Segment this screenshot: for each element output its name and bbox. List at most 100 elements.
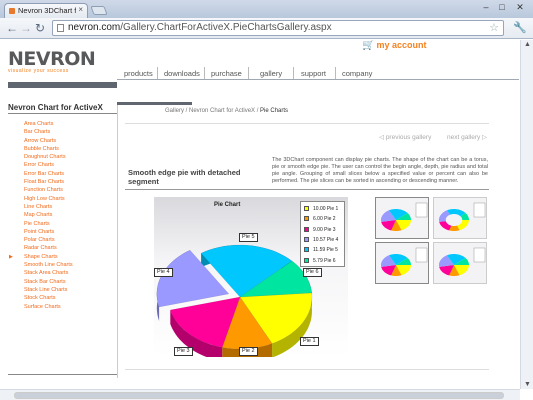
next-gallery-link[interactable]: next gallery ▷ [447, 133, 487, 141]
nav-purchase[interactable]: purchase [211, 69, 242, 78]
section-rule [125, 189, 489, 190]
tab-close-icon[interactable]: × [78, 5, 83, 14]
sidebar-item-shape[interactable]: Shape Charts [24, 253, 73, 261]
thumbnail-torus-graphic [439, 202, 486, 231]
sidebar-item-smooth-line[interactable]: Smooth Line Charts [24, 261, 73, 269]
section-heading: Smooth edge pie with detached segment [128, 168, 241, 186]
nav-separator [204, 67, 205, 79]
sidebar-item-radar[interactable]: Radar Charts [24, 244, 73, 252]
reload-icon[interactable]: ↻ [35, 21, 45, 35]
nevron-logo[interactable]: NEVRON visualize your success [8, 48, 96, 74]
my-account-link[interactable]: 🛒 my account [362, 40, 426, 51]
legend-label: 9.00 Pie 3 [313, 226, 336, 233]
column-divider [117, 103, 118, 378]
browser-toolbar: ← → ↻ nevron.com/Gallery.ChartForActiveX… [0, 18, 533, 39]
sidebar-item-float-bar[interactable]: Float Bar Charts [24, 178, 73, 186]
address-bar[interactable]: nevron.com/Gallery.ChartForActiveX.PieCh… [52, 20, 504, 36]
vertical-scrollbar[interactable]: ▲ ▼ [520, 40, 533, 389]
scroll-down-icon[interactable]: ▼ [524, 381, 531, 388]
sidebar-title: Nevron Chart for ActiveX [8, 103, 103, 112]
url-text: nevron.com/Gallery.ChartForActiveX.PieCh… [68, 22, 332, 33]
pie-label-3: Pie 3 [174, 347, 193, 356]
sidebar-item-high-low[interactable]: High Low Charts [24, 195, 73, 203]
sidebar-item-error[interactable]: Error Charts [24, 161, 73, 169]
nav-products[interactable]: products [124, 69, 153, 78]
legend-label: 10.57 Pie 4 [313, 236, 339, 243]
sidebar-item-point[interactable]: Point Charts [24, 228, 73, 236]
sidebar-item-line[interactable]: Line Charts [24, 203, 73, 211]
sidebar-item-map[interactable]: Map Charts [24, 211, 73, 219]
bookmark-star-icon[interactable]: ☆ [489, 21, 499, 34]
thumbnail-pie-3-graphic [439, 247, 486, 276]
back-icon[interactable]: ← [6, 21, 18, 35]
wrench-icon[interactable]: 🔧 [513, 21, 527, 34]
horizontal-scrollbar[interactable] [0, 389, 520, 400]
thumbnail-torus[interactable] [433, 197, 487, 239]
pie-chart-panel: Pie Chart 10.00 Pie 1 6.00 Pie 2 9.00 Pie … [154, 197, 348, 357]
sidebar-item-stack-bar[interactable]: Stack Bar Charts [24, 278, 73, 286]
thumbnail-legend [473, 247, 486, 263]
previous-gallery-link[interactable]: ◁ previous gallery [379, 133, 431, 141]
breadcrumb-path[interactable]: Gallery / Nevron Chart for ActiveX / [165, 108, 260, 114]
nav-separator [248, 67, 249, 79]
thumbnail-pie-1-graphic [381, 202, 428, 231]
horizontal-scroll-thumb[interactable] [14, 392, 504, 399]
content-band [125, 123, 489, 124]
sidebar-item-function[interactable]: Function Charts [24, 186, 73, 194]
previous-gallery-label: previous gallery [385, 134, 432, 141]
sidebar-item-stock[interactable]: Stock Charts [24, 294, 73, 302]
minimize-button[interactable]: – [479, 2, 493, 13]
legend-swatch [304, 257, 309, 263]
legend-swatch [304, 206, 309, 212]
browser-titlebar: Nevron 3DChart fo × – □ ✕ [0, 0, 533, 18]
sidebar-item-stack-line[interactable]: Stack Line Charts [24, 286, 73, 294]
nav-downloads[interactable]: downloads [164, 69, 200, 78]
sidebar-item-pie[interactable]: Pie Charts [24, 220, 73, 228]
nav-company[interactable]: company [342, 69, 372, 78]
thumbnail-pie-2[interactable] [375, 242, 429, 284]
sidebar-item-stack-area[interactable]: Stack Area Charts [24, 269, 73, 277]
sidebar-item-polar[interactable]: Polar Charts [24, 236, 73, 244]
new-tab-button[interactable] [90, 6, 108, 15]
sidebar-divider [8, 113, 117, 114]
next-icon: ▷ [480, 134, 488, 141]
chart-legend: 10.00 Pie 1 6.00 Pie 2 9.00 Pie 3 10.57 Pie… [300, 201, 345, 267]
maximize-button[interactable]: □ [495, 2, 509, 13]
nav-support[interactable]: support [301, 69, 326, 78]
cart-icon: 🛒 [362, 40, 375, 51]
legend-swatch [304, 237, 309, 243]
breadcrumb: Gallery / Nevron Chart for ActiveX / Pie… [165, 108, 288, 114]
forward-icon[interactable]: → [20, 21, 32, 35]
legend-entry: 9.00 Pie 3 [304, 227, 336, 235]
favicon-icon [9, 8, 15, 14]
url-path: /Gallery.ChartForActiveX.PieChartsGaller… [120, 22, 332, 33]
sidebar-item-bubble[interactable]: Bubble Charts [24, 145, 73, 153]
footer-rule [125, 369, 489, 370]
sidebar-item-surface[interactable]: Surface Charts [24, 303, 73, 311]
close-window-button[interactable]: ✕ [512, 2, 528, 13]
nav-separator [335, 67, 336, 79]
nav-separator [157, 67, 158, 79]
legend-label: 10.00 Pie 1 [313, 206, 339, 212]
url-host: nevron.com [68, 22, 121, 33]
nav-gallery[interactable]: gallery [260, 69, 282, 78]
nav-separator [293, 67, 294, 79]
pie-label-1: Pie 1 [300, 337, 319, 346]
legend-swatch [304, 216, 309, 222]
page-icon [57, 24, 64, 32]
next-gallery-label: next gallery [447, 134, 481, 141]
sidebar-item-arrow[interactable]: Arrow Charts [24, 137, 73, 145]
thumbnail-legend [415, 202, 428, 218]
sidebar-item-bar[interactable]: Bar Charts [24, 128, 73, 136]
scroll-up-icon[interactable]: ▲ [524, 41, 531, 48]
legend-entry: 5.79 Pie 6 [304, 258, 336, 266]
thumbnail-pie-1[interactable] [375, 197, 429, 239]
legend-label: 6.00 Pie 2 [313, 216, 336, 223]
sidebar-item-error-bar[interactable]: Error Bar Charts [24, 170, 73, 178]
legend-entry: 10.00 Pie 1 [304, 206, 338, 214]
sidebar-item-doughnut[interactable]: Doughnut Charts [24, 153, 73, 161]
main-nav: products downloads purchase gallery supp… [117, 66, 519, 80]
sidebar-item-area[interactable]: Area Charts [24, 120, 73, 128]
thumbnail-pie-3[interactable] [433, 242, 487, 284]
browser-tab[interactable]: Nevron 3DChart fo × [4, 3, 88, 18]
